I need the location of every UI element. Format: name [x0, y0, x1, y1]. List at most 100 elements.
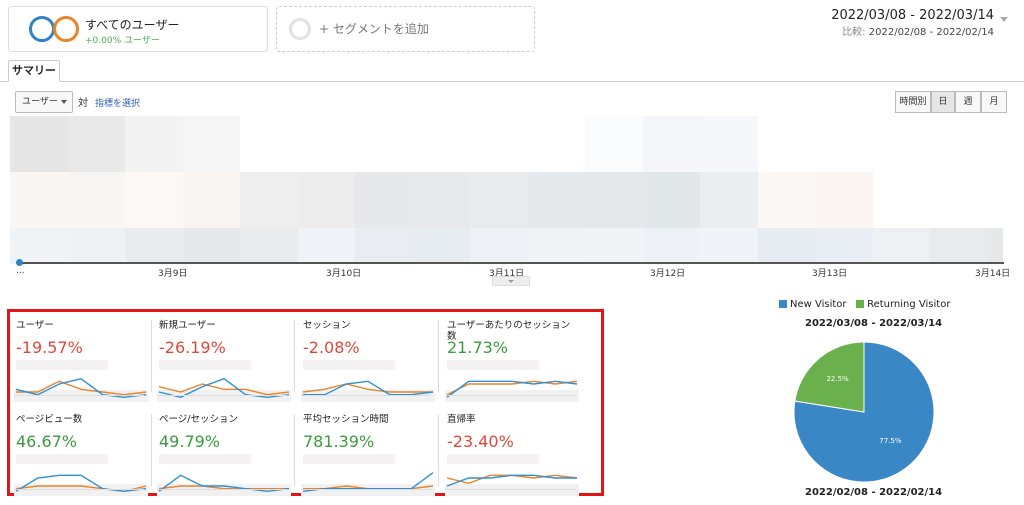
blur-tile: [412, 228, 471, 264]
scorecard-baseline: [445, 395, 575, 396]
blur-tile: [700, 172, 759, 228]
blur-tile: [297, 116, 356, 172]
scorecard-baseline: [157, 395, 287, 396]
scorecard[interactable]: ユーザー -19.57%: [10, 316, 152, 402]
blur-tile: [412, 172, 471, 228]
scorecard[interactable]: ユーザーあたりのセッション数 21.73%: [441, 316, 583, 402]
blur-tile: [182, 172, 241, 228]
blur-tile: [987, 228, 1003, 264]
legend-swatch: [779, 300, 787, 308]
tab-divider: [0, 81, 1024, 82]
scorecard-baseline: [14, 395, 144, 396]
blur-tile: [527, 228, 586, 264]
sparkline: [301, 380, 435, 402]
legend-new-visitor: New Visitor: [790, 299, 847, 310]
chart-x-tick: 3月12日: [650, 269, 686, 279]
pie-chart: 77.5% 22.5%: [793, 341, 935, 483]
blur-tile: [815, 228, 874, 264]
chevron-down-icon[interactable]: [1000, 17, 1008, 22]
blur-tile: [355, 228, 414, 264]
compare-label: 比較:: [842, 27, 866, 38]
blur-tile: [240, 116, 299, 172]
scorecard-divider: [438, 414, 439, 486]
select-metric-link[interactable]: 指標を選択: [95, 96, 140, 109]
add-segment-button[interactable]: + セグメントを追加: [276, 6, 535, 52]
blur-tile: [585, 228, 644, 264]
scorecard-metric-name: ページビュー数: [16, 414, 83, 425]
blur-tile: [930, 116, 989, 172]
scorecard[interactable]: 平均セッション時間 781.39%: [297, 410, 439, 496]
segment-all-users[interactable]: すべてのユーザー +0.00% ユーザー: [8, 6, 268, 52]
pie-legend: New Visitor Returning Visitor: [779, 299, 950, 310]
chevron-down-icon: [61, 100, 67, 104]
chart-x-tick: 3月13日: [812, 269, 848, 279]
scorecard-baseline: [157, 489, 287, 490]
scorecard-change-value: 21.73%: [447, 338, 509, 357]
chevron-down-icon: [508, 280, 514, 283]
compare-range: 2022/02/08 - 2022/02/14: [868, 27, 994, 38]
blur-tile: [470, 172, 529, 228]
blur-tile: [872, 116, 931, 172]
scorecard-baseline: [14, 489, 144, 490]
scorecard[interactable]: ページ/セッション 49.79%: [153, 410, 295, 496]
blurred-absolute-value: [303, 360, 395, 370]
sparkline: [445, 380, 579, 402]
blur-tile: [527, 116, 586, 172]
sparkline: [14, 474, 148, 496]
granularity-buttons: 時間別 日 週 月: [895, 91, 1007, 113]
pie-slice-label: 22.5%: [826, 375, 849, 383]
metric-dropdown-value: ユーザー: [22, 97, 58, 107]
scorecard[interactable]: 新規ユーザー -26.19%: [153, 316, 295, 402]
sparkline-background: [445, 390, 579, 402]
compare-date-range: 比較: 2022/02/08 - 2022/02/14: [842, 23, 994, 38]
scorecard-baseline: [301, 489, 431, 490]
sparkline: [157, 377, 291, 402]
blur-tile: [10, 172, 69, 228]
blurred-absolute-value: [303, 454, 395, 464]
scorecard-baseline: [445, 489, 575, 490]
blur-tile: [987, 116, 1003, 172]
pie-footer: 2022/02/08 - 2022/02/14: [805, 487, 943, 498]
scorecard-divider: [294, 414, 295, 486]
blur-tile: [700, 228, 759, 264]
scorecard-metric-name: 平均セッション時間: [303, 414, 389, 425]
scorecard-change-value: 49.79%: [159, 432, 221, 451]
chart-x-tick: 3月14日: [975, 269, 1011, 279]
scorecard[interactable]: ページビュー数 46.67%: [10, 410, 152, 496]
blur-tile: [930, 172, 989, 228]
metric-dropdown[interactable]: ユーザー: [15, 91, 73, 113]
blur-tile: [872, 172, 931, 228]
scorecard[interactable]: 直帰率 -23.40%: [441, 410, 583, 496]
blurred-absolute-value: [447, 360, 539, 370]
sparkline: [301, 472, 435, 496]
blur-tile: [585, 116, 644, 172]
scorecard-divider: [151, 320, 152, 392]
vs-label: 対: [78, 98, 88, 109]
scorecard-baseline: [301, 395, 431, 396]
scorecard-change-value: -26.19%: [159, 338, 226, 357]
granularity-week-button[interactable]: 週: [955, 91, 981, 113]
granularity-month-button[interactable]: 月: [981, 91, 1007, 113]
blur-tile: [757, 228, 816, 264]
chart-expand-handle[interactable]: [492, 276, 530, 286]
granularity-day-button[interactable]: 日: [931, 91, 955, 113]
granularity-hourly-button[interactable]: 時間別: [895, 91, 931, 113]
scorecard-change-value: -2.08%: [303, 338, 360, 357]
blur-tile: [67, 116, 126, 172]
segment-circle-icon: [29, 16, 55, 42]
blur-tile: [872, 228, 931, 264]
blur-tile: [527, 172, 586, 228]
legend-swatch: [856, 300, 865, 308]
scorecard[interactable]: セッション -2.08%: [297, 316, 439, 402]
blur-tile: [987, 172, 1003, 228]
date-range[interactable]: 2022/03/08 - 2022/03/14: [831, 8, 994, 23]
segment-circle-icon: [53, 16, 79, 42]
blur-tile: [10, 116, 69, 172]
segment-title: すべてのユーザー: [85, 18, 180, 32]
scorecard-divider: [294, 320, 295, 392]
blurred-chart-area: [10, 116, 1003, 264]
blur-tile: [757, 116, 816, 172]
blurred-absolute-value: [159, 360, 251, 370]
blur-tile: [67, 172, 126, 228]
tab-summary[interactable]: サマリー: [8, 60, 60, 82]
